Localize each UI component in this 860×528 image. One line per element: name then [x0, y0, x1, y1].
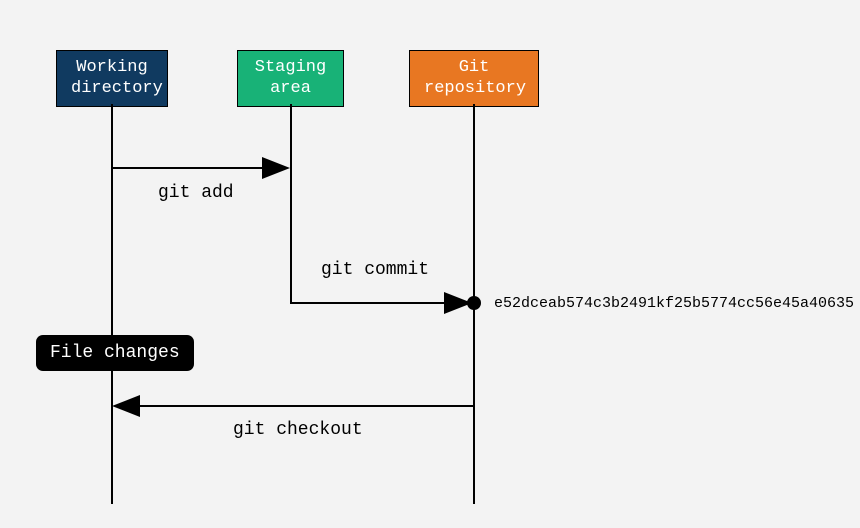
participant-staging-area: Staging area	[237, 50, 344, 107]
elbow-git-commit	[290, 168, 292, 304]
arrow-git-add	[113, 167, 268, 169]
participant-label-line1: Working	[71, 57, 153, 78]
note-file-changes: File changes	[36, 335, 194, 371]
arrow-git-checkout	[134, 405, 474, 407]
participant-label-line2: directory	[71, 78, 153, 99]
participant-git-repository: Git repository	[409, 50, 539, 107]
participant-label-line1: Git	[424, 57, 524, 78]
label-git-checkout: git checkout	[233, 420, 363, 440]
participant-label-line1: Staging	[252, 57, 329, 78]
participant-working-directory: Working directory	[56, 50, 168, 107]
arrowhead-git-add	[262, 157, 290, 179]
label-git-commit: git commit	[321, 260, 429, 280]
arrow-git-commit	[290, 302, 451, 304]
commit-hash: e52dceab574c3b2491kf25b5774cc56e45a40635	[494, 295, 854, 312]
participant-label-line2: repository	[424, 78, 524, 99]
arrowhead-git-checkout	[112, 395, 140, 417]
lifeline-working-directory	[111, 104, 113, 504]
commit-dot	[467, 296, 481, 310]
label-git-add: git add	[158, 183, 234, 203]
participant-label-line2: area	[252, 78, 329, 99]
